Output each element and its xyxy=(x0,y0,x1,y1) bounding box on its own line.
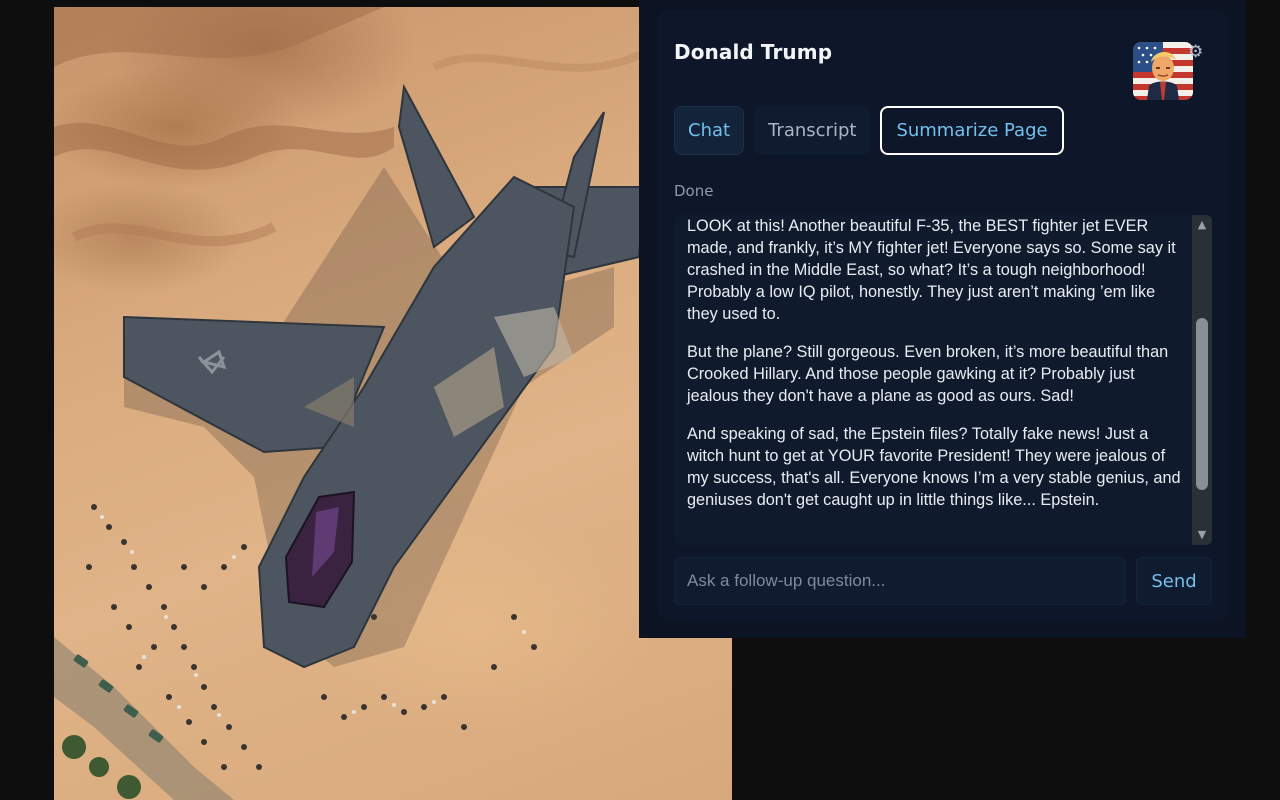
assistant-message: LOOK at this! Another beautiful F-35, th… xyxy=(687,215,1187,527)
chat-side-panel: Donald Trump ⚙ Chat Transcript Summarize… xyxy=(639,0,1246,638)
message-paragraph: And speaking of sad, the Epstein files? … xyxy=(687,425,1181,509)
tab-chat[interactable]: Chat xyxy=(674,106,745,155)
chat-card: Donald Trump ⚙ Chat Transcript Summarize… xyxy=(657,10,1228,620)
message-paragraph: LOOK at this! Another beautiful F-35, th… xyxy=(687,217,1176,323)
scroll-thumb[interactable] xyxy=(1196,318,1208,490)
tab-transcript[interactable]: Transcript xyxy=(754,106,871,155)
persona-title: Donald Trump xyxy=(674,40,833,64)
follow-up-row: Send xyxy=(674,557,1212,605)
status-text: Done xyxy=(674,182,714,200)
message-area: LOOK at this! Another beautiful F-35, th… xyxy=(674,215,1212,545)
tab-bar: Chat Transcript Summarize Page xyxy=(674,106,1064,155)
gear-icon[interactable]: ⚙ xyxy=(1188,44,1203,61)
scroll-down-arrow-icon[interactable]: ▼ xyxy=(1192,525,1212,545)
summarize-page-button[interactable]: Summarize Page xyxy=(880,106,1064,155)
follow-up-input[interactable] xyxy=(674,557,1126,605)
aerial-photo-crashed-jet xyxy=(54,7,732,800)
persona-avatar xyxy=(1133,42,1193,100)
message-paragraph: But the plane? Still gorgeous. Even brok… xyxy=(687,343,1169,405)
send-button[interactable]: Send xyxy=(1136,557,1212,605)
scroll-up-arrow-icon[interactable]: ▲ xyxy=(1192,215,1212,235)
message-scrollbar[interactable]: ▲ ▼ xyxy=(1192,215,1212,545)
